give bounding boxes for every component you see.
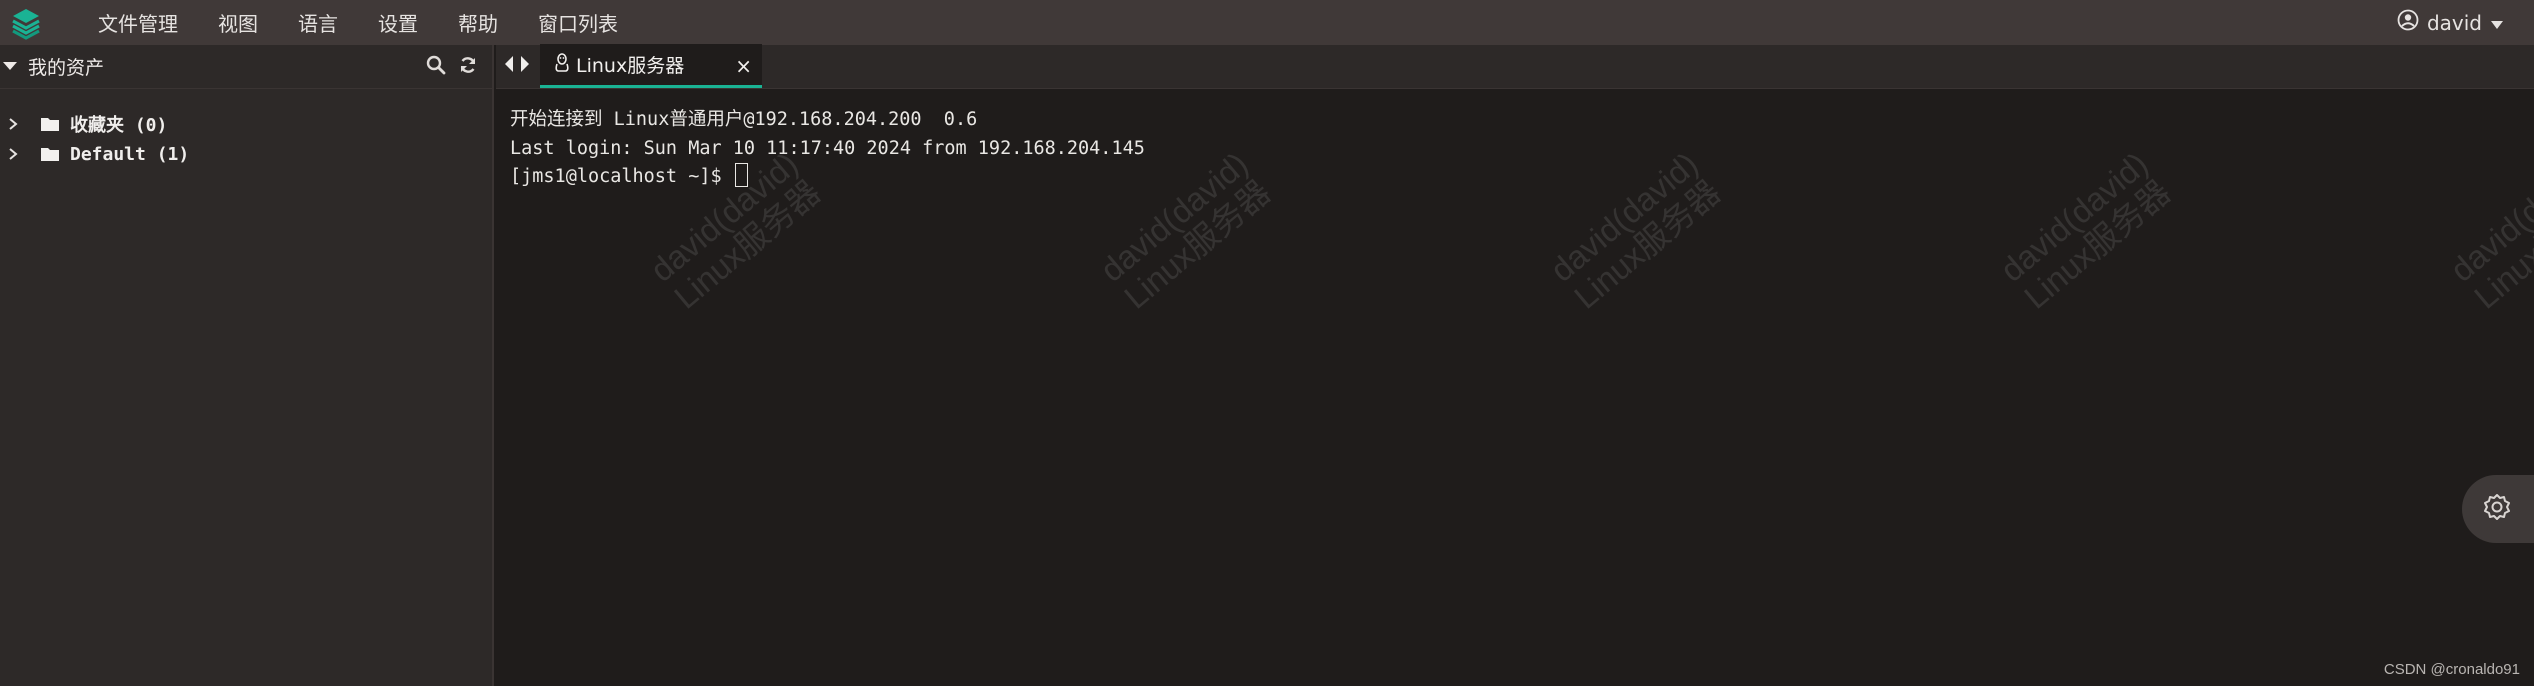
caret-down-icon[interactable] xyxy=(2,57,18,76)
tab-bar: Linux服务器 × xyxy=(496,44,2534,89)
watermark: david(david) Linux服务器 xyxy=(1993,144,2178,316)
sidebar-title: 我的资产 xyxy=(28,57,105,79)
menu-language[interactable]: 语言 xyxy=(278,0,358,45)
source-credit: CSDN @cronaldo91 xyxy=(2383,661,2520,678)
terminal-line: 开始连接到 Linux普通用户@192.168.204.200 0.6 xyxy=(510,109,978,130)
user-name: david xyxy=(2426,10,2482,35)
refresh-icon[interactable] xyxy=(458,55,478,79)
menu-view[interactable]: 视图 xyxy=(198,0,278,45)
chevron-right-icon[interactable] xyxy=(8,147,30,161)
tab-nav xyxy=(496,44,530,88)
tree-node-label: Default (1) xyxy=(70,143,190,165)
menu-window-list[interactable]: 窗口列表 xyxy=(518,0,638,45)
menu-settings[interactable]: 设置 xyxy=(358,0,438,45)
watermark: david(david) Linux服务器 xyxy=(2443,144,2534,316)
watermark: david(david) Linux服务器 xyxy=(1543,144,1728,316)
terminal-prompt-line[interactable]: [jms1@localhost ~]$ xyxy=(510,163,1145,192)
tab-close-icon[interactable]: × xyxy=(735,54,752,78)
tab-scroll-right-icon[interactable] xyxy=(520,55,530,77)
terminal-line: Last login: Sun Mar 10 11:17:40 2024 fro… xyxy=(510,137,1145,159)
tree-node-favorites[interactable]: 收藏夹 (0) xyxy=(0,109,492,139)
tab-label: Linux服务器 xyxy=(576,55,685,77)
search-icon[interactable] xyxy=(426,55,446,79)
menu-help[interactable]: 帮助 xyxy=(438,0,518,45)
terminal-output: 开始连接到 Linux普通用户@192.168.204.200 0.6 Last… xyxy=(510,106,1145,192)
linux-penguin-icon xyxy=(554,52,570,77)
user-menu[interactable]: david xyxy=(2397,0,2504,45)
menu-bar: 文件管理 视图 语言 设置 帮助 窗口列表 david xyxy=(0,0,2534,45)
folder-icon xyxy=(40,116,66,132)
tab-scroll-left-icon[interactable] xyxy=(504,55,514,77)
tab-linux-server[interactable]: Linux服务器 × xyxy=(540,44,762,88)
sidebar-header: 我的资产 xyxy=(0,45,492,89)
tree-node-label: 收藏夹 (0) xyxy=(70,115,168,136)
asset-tree: 收藏夹 (0) Default (1) xyxy=(0,89,492,169)
tree-node-default[interactable]: Default (1) xyxy=(0,139,492,169)
gear-icon xyxy=(2482,492,2512,526)
terminal-prompt: [jms1@localhost ~]$ xyxy=(510,166,733,187)
floating-settings-button[interactable] xyxy=(2462,475,2534,543)
app-logo-icon[interactable] xyxy=(6,3,46,43)
chevron-down-icon xyxy=(2490,11,2504,35)
user-circle-icon xyxy=(2397,9,2419,36)
folder-icon xyxy=(40,146,66,162)
asset-sidebar: 我的资产 收藏夹 (0) Default (1) xyxy=(0,45,494,686)
chevron-right-icon[interactable] xyxy=(8,117,30,131)
menu-file-manager[interactable]: 文件管理 xyxy=(78,0,198,45)
terminal-cursor xyxy=(734,163,748,187)
terminal[interactable]: david(david) Linux服务器 david(david) Linux服务… xyxy=(496,90,2534,686)
